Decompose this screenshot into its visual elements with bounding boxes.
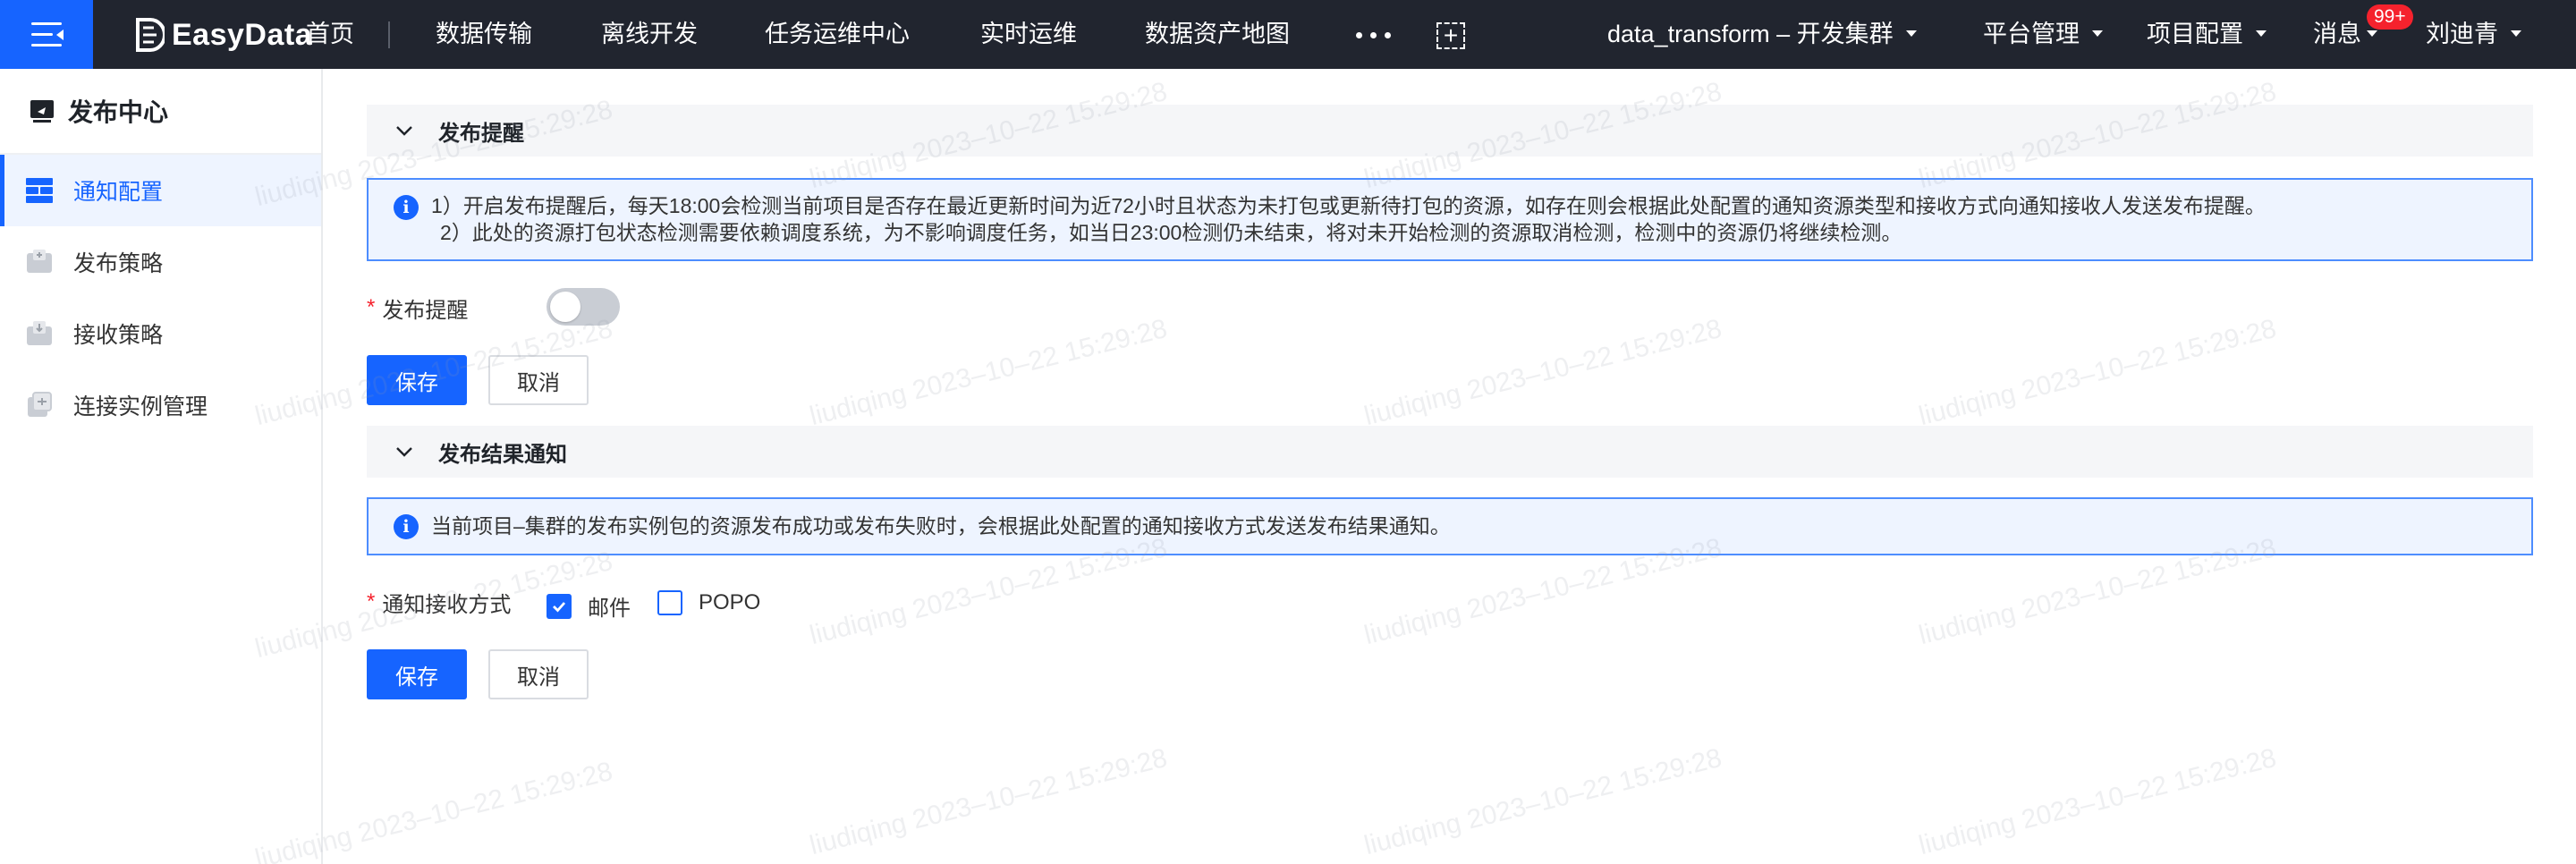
project-selector-label: data_transform – 开发集群 (1607, 21, 1894, 47)
checkbox-label: POPO (699, 590, 761, 614)
sidebar-item-label: 连接实例管理 (73, 394, 208, 419)
required-mark: * (367, 589, 376, 614)
info-icon: i (394, 514, 419, 539)
platform-management-label: 平台管理 (1983, 21, 2080, 47)
messages-count-badge: 99+ (2367, 4, 2413, 30)
release-reminder-toggle[interactable] (547, 288, 620, 326)
receive-strategy-icon (23, 318, 55, 350)
release-reminder-info-alert: i 1）开启发布提醒后，每天18:00会检测当前项目是否存在最近更新时间为近72… (367, 178, 2533, 261)
sidebar-item-connection-instance[interactable]: 连接实例管理 (0, 369, 321, 441)
main-content: 发布提醒 i 1）开启发布提醒后，每天18:00会检测当前项目是否存在最近更新时… (323, 69, 2576, 864)
email-checkbox[interactable]: 邮件 (547, 590, 631, 622)
popo-checkbox[interactable]: POPO (657, 590, 760, 615)
cancel-button[interactable]: 取消 (488, 355, 589, 405)
chevron-down-icon (2367, 30, 2377, 38)
add-shortcut-icon[interactable]: + (1436, 22, 1465, 49)
chevron-down-icon (1905, 30, 1917, 38)
checkbox-label: 邮件 (588, 597, 631, 621)
sidebar-item-notification-config[interactable]: 通知配置 (0, 155, 321, 226)
user-menu[interactable]: 刘迪青 (2426, 0, 2521, 69)
info-line: 1）开启发布提醒后，每天18:00会检测当前项目是否存在最近更新时间为近72小时… (431, 194, 2266, 217)
nav-data-transfer[interactable]: 数据传输 (436, 0, 532, 69)
save-button[interactable]: 保存 (367, 355, 467, 405)
project-config-label: 项目配置 (2147, 21, 2243, 47)
chevron-down-icon (396, 447, 412, 457)
notify-method-label: 通知接收方式 (382, 592, 512, 617)
result-notice-info-alert: i 当前项目–集群的发布实例包的资源发布成功或发布失败时，会根据此处配置的通知接… (367, 497, 2533, 555)
release-reminder-label: 发布提醒 (382, 298, 469, 323)
brand-name: EasyData (172, 17, 313, 52)
save-button[interactable]: 保存 (367, 649, 467, 699)
checkbox-checked-icon (547, 593, 572, 619)
toggle-knob (550, 292, 580, 322)
connection-instance-icon (23, 389, 55, 421)
more-nav-icon[interactable] (1356, 32, 1391, 38)
app-menu-button[interactable] (0, 0, 93, 69)
platform-management-menu[interactable]: 平台管理 (1983, 0, 2103, 69)
chevron-down-icon (2092, 30, 2103, 38)
sidebar-item-label: 通知配置 (73, 180, 164, 205)
nav-data-asset-map[interactable]: 数据资产地图 (1145, 0, 1290, 69)
easydata-logo-icon (136, 18, 165, 52)
nav-task-ops-center[interactable]: 任务运维中心 (765, 0, 910, 69)
section-title: 发布提醒 (438, 121, 524, 146)
chevron-down-icon (396, 126, 412, 136)
nav-realtime-ops[interactable]: 实时运维 (980, 0, 1077, 69)
release-reminder-section-header[interactable]: 发布提醒 (367, 105, 2533, 157)
user-name: 刘迪青 (2426, 21, 2498, 47)
required-mark: * (367, 295, 376, 319)
cancel-button[interactable]: 取消 (488, 649, 589, 699)
sidebar-item-label: 接收策略 (73, 323, 164, 348)
nav-offline-dev[interactable]: 离线开发 (601, 0, 698, 69)
sidebar-item-label: 发布策略 (73, 251, 164, 276)
chevron-down-icon (2256, 30, 2267, 38)
top-navigation-bar: EasyData 首页 数据传输 离线开发 任务运维中心 实时运维 数据资产地图… (0, 0, 2576, 69)
info-line: 2）此处的资源打包状态检测需要依赖调度系统，为不影响调度任务，如当日23:00检… (440, 221, 1902, 244)
messages-label: 消息 (2313, 21, 2361, 47)
notification-config-icon (23, 174, 55, 207)
nav-divider (388, 21, 390, 48)
release-reminder-form-item: * 发布提醒 (367, 285, 468, 330)
info-icon: i (394, 195, 419, 220)
publish-center-icon (30, 100, 54, 123)
notify-method-form-item: * 通知接收方式 (367, 580, 511, 624)
menu-icon (31, 21, 64, 47)
result-notice-section-header[interactable]: 发布结果通知 (367, 426, 2533, 478)
sidebar-item-publish-strategy[interactable]: 发布策略 (0, 226, 321, 298)
sidebar-title: 发布中心 (68, 98, 169, 126)
nav-home[interactable]: 首页 (306, 0, 354, 69)
easydata-logo[interactable]: EasyData (134, 13, 312, 57)
chevron-down-icon (2511, 30, 2521, 38)
publish-strategy-icon (23, 246, 55, 278)
checkbox-unchecked-icon (657, 590, 682, 615)
info-text: 当前项目–集群的发布实例包的资源发布成功或发布失败时，会根据此处配置的通知接收方… (431, 514, 1451, 538)
sidebar: 发布中心 通知配置 发布策略 接收策略 连接实例管理 (0, 69, 323, 864)
sidebar-item-receive-strategy[interactable]: 接收策略 (0, 298, 321, 369)
project-selector[interactable]: data_transform – 开发集群 (1607, 0, 1917, 69)
sidebar-header: 发布中心 (0, 69, 321, 155)
section-title: 发布结果通知 (438, 442, 567, 467)
project-config-menu[interactable]: 项目配置 (2147, 0, 2267, 69)
